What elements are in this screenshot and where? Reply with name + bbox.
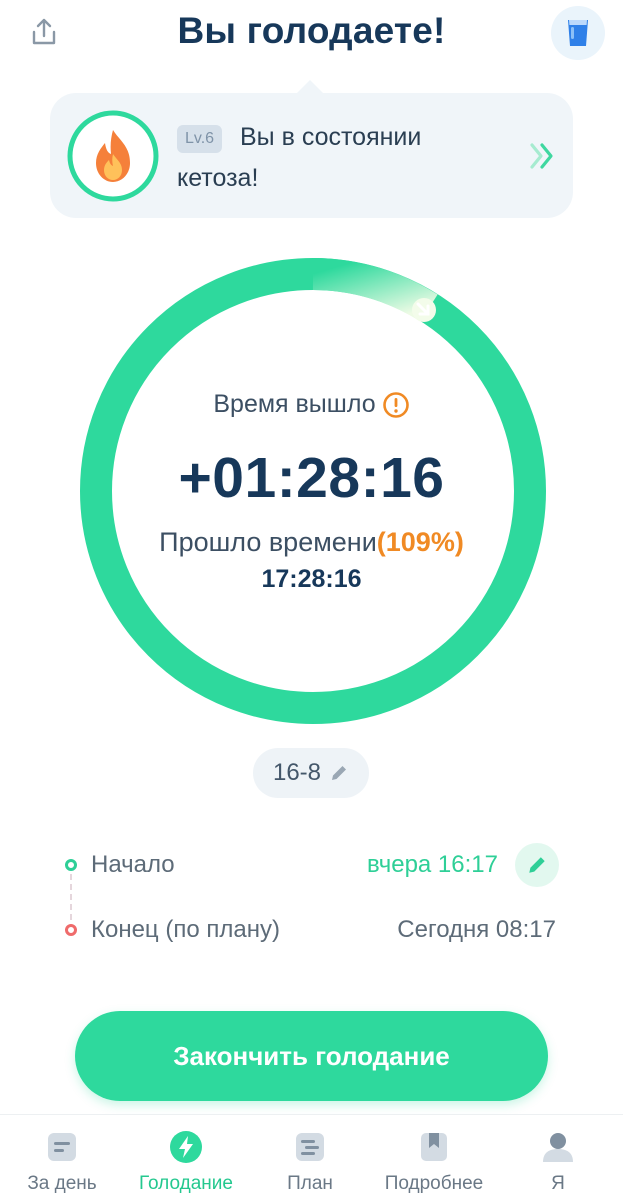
bookmark-icon xyxy=(421,1133,447,1161)
end-time-value: Сегодня 08:17 xyxy=(397,916,556,943)
start-time-value[interactable]: вчера 16:17 xyxy=(318,851,498,879)
water-glass-icon xyxy=(568,20,588,46)
tab-label: Голодание xyxy=(139,1173,233,1194)
level-badge: Lv.6 xyxy=(177,125,223,153)
pencil-icon xyxy=(529,857,545,873)
tab-fasting[interactable]: Голодание xyxy=(124,1115,248,1201)
tab-label: За день xyxy=(27,1173,97,1194)
end-dot xyxy=(65,924,77,936)
elapsed-time: 17:28:16 xyxy=(261,565,362,593)
start-dot xyxy=(65,859,77,871)
tab-label: Подробнее xyxy=(384,1173,484,1194)
plan-label: 16-8 xyxy=(272,759,322,786)
stage-progress-ring xyxy=(67,110,159,202)
page-title: Вы голодаете! xyxy=(177,10,446,51)
overtime-counter: +01:28:16 xyxy=(178,446,445,510)
status-text-line2: кетоза! xyxy=(177,164,259,192)
end-label: Конец (по плану) xyxy=(91,916,280,943)
day-log-icon xyxy=(48,1133,76,1161)
time-up-label: Время вышло xyxy=(213,390,376,418)
tab-details[interactable]: Подробнее xyxy=(372,1115,496,1201)
elapsed-label: Прошло времени xyxy=(159,527,377,557)
profile-icon xyxy=(543,1133,573,1162)
progress-marker-icon xyxy=(412,298,436,322)
start-label: Начало xyxy=(91,851,175,878)
timeline-connector xyxy=(70,874,72,920)
plan-icon xyxy=(296,1133,324,1161)
time-up-row: Время вышло xyxy=(0,390,623,419)
tab-profile[interactable]: Я xyxy=(496,1115,620,1201)
elapsed-percent: (109%) xyxy=(376,527,464,557)
double-chevron-right-icon[interactable] xyxy=(526,138,560,174)
status-text-line1: Вы в состоянии xyxy=(240,123,422,151)
edit-start-button[interactable] xyxy=(515,843,559,887)
card-pointer xyxy=(296,80,324,94)
lightning-icon xyxy=(170,1131,202,1163)
plan-chip[interactable]: 16-8 xyxy=(253,748,369,798)
tab-label: План xyxy=(287,1173,333,1194)
tab-label: Я xyxy=(551,1173,565,1194)
pencil-icon xyxy=(332,766,347,780)
tab-plan[interactable]: План xyxy=(248,1115,372,1201)
bottom-tab-bar: За день Голодание План Подробнее Я xyxy=(0,1114,623,1201)
end-fast-button[interactable]: Закончить голодание xyxy=(75,1011,548,1101)
elapsed-row: Прошло времени(109%) xyxy=(0,527,623,558)
tab-day[interactable]: За день xyxy=(0,1115,124,1201)
warning-icon[interactable] xyxy=(382,391,410,419)
water-button[interactable] xyxy=(551,6,605,60)
